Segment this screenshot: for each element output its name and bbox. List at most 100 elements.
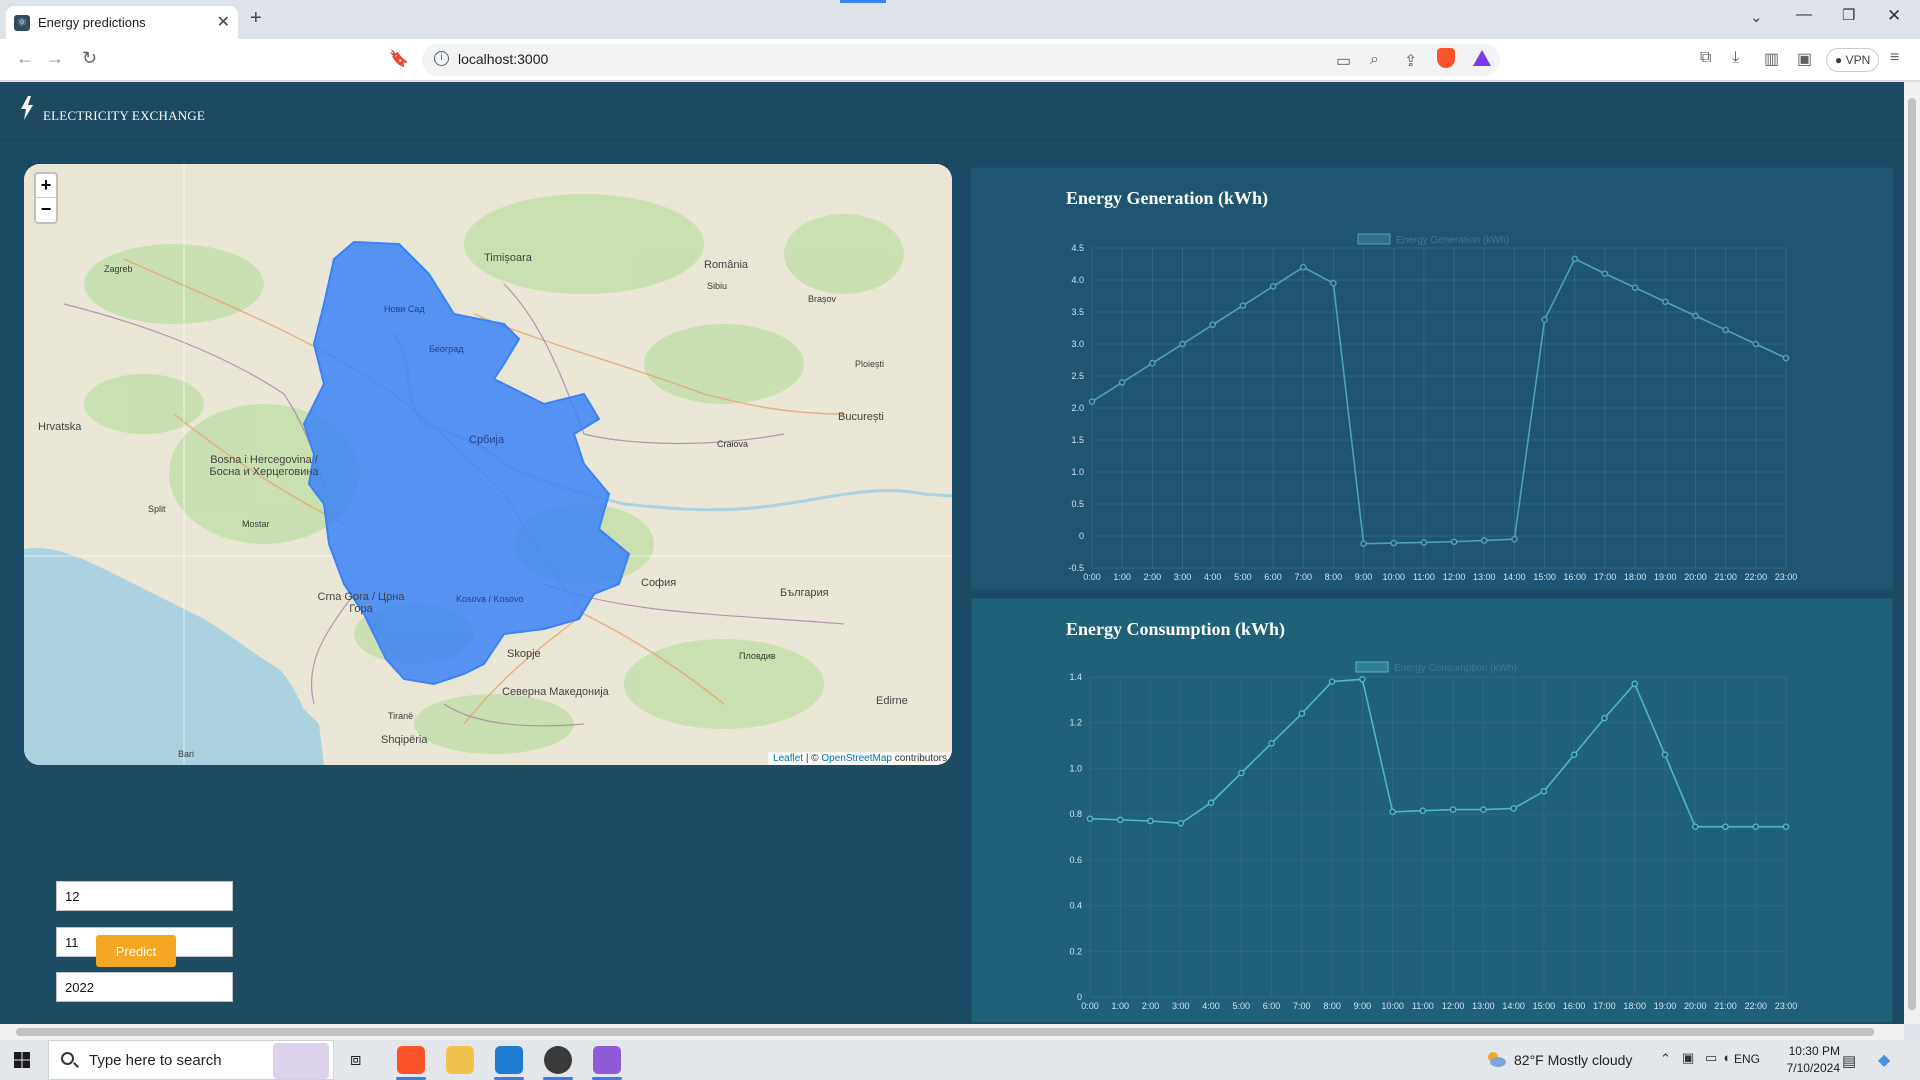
- taskbar-search-placeholder[interactable]: Type here to search: [89, 1052, 222, 1069]
- x-tick-label: 4:00: [1202, 1001, 1220, 1011]
- obs-icon[interactable]: [544, 1046, 572, 1074]
- tray-app-icon[interactable]: ▣: [1682, 1050, 1694, 1066]
- file-explorer-icon[interactable]: [446, 1046, 474, 1074]
- series-line: [1091, 257, 1787, 545]
- map-label-ploiesti: Ploiești: [855, 359, 885, 369]
- x-tick-label: 18:00: [1624, 572, 1647, 582]
- share-icon[interactable]: ⇪: [1404, 51, 1417, 71]
- x-tick-label: 6:00: [1263, 1001, 1281, 1011]
- x-tick-label: 12:00: [1442, 1001, 1465, 1011]
- window-minimize-icon[interactable]: —: [1796, 6, 1812, 24]
- language-indicator[interactable]: ENG: [1734, 1052, 1760, 1066]
- legend-label: Energy Generation (kWh): [1396, 235, 1509, 246]
- window-close-icon[interactable]: ✕: [1887, 6, 1901, 26]
- vertical-scrollbar[interactable]: [1904, 82, 1920, 1024]
- zoom-out-button[interactable]: −: [36, 198, 56, 222]
- year-input[interactable]: [56, 972, 233, 1002]
- predict-button[interactable]: Predict: [96, 935, 176, 967]
- notifications-icon[interactable]: ▤: [1842, 1052, 1856, 1070]
- browser-tab[interactable]: ⚛ Energy predictions ✕: [6, 6, 238, 39]
- url-text[interactable]: localhost:3000: [458, 51, 548, 67]
- day-input[interactable]: [56, 881, 233, 911]
- cast-icon[interactable]: ▭: [1336, 51, 1351, 71]
- brave-rewards-icon[interactable]: [1473, 50, 1491, 66]
- x-tick-label: 22:00: [1745, 572, 1768, 582]
- vscode-icon[interactable]: [495, 1046, 523, 1074]
- data-point: [1511, 535, 1518, 543]
- horizontal-scroll-thumb[interactable]: [16, 1028, 1874, 1036]
- map-label-tirane: Tiranë: [388, 711, 414, 721]
- map-label-sofia: София: [641, 577, 677, 589]
- clock-time[interactable]: 10:30 PM: [1770, 1044, 1840, 1058]
- map-label-sibiu: Sibiu: [707, 281, 728, 291]
- data-point: [1480, 806, 1487, 813]
- network-icon[interactable]: ▭: [1705, 1050, 1717, 1066]
- tray-chevron-icon[interactable]: ⌃: [1660, 1051, 1671, 1067]
- y-tick-label: 0.6: [1069, 855, 1082, 865]
- reload-icon[interactable]: ↻: [82, 48, 97, 69]
- y-tick-label: 2.5: [1071, 371, 1084, 381]
- leaflet-link[interactable]: Leaflet: [773, 753, 803, 764]
- window-restore-icon[interactable]: ❐: [1842, 6, 1855, 24]
- weather-text[interactable]: 82°F Mostly cloudy: [1514, 1052, 1632, 1068]
- new-tab-icon[interactable]: +: [250, 7, 262, 30]
- data-point: [1420, 539, 1428, 546]
- data-point: [1752, 340, 1760, 348]
- data-point: [1360, 540, 1367, 547]
- wallet-icon[interactable]: ▣: [1797, 49, 1812, 69]
- legend-swatch: [1357, 233, 1391, 245]
- taskbar-search-box[interactable]: Type here to search: [48, 1040, 334, 1080]
- data-point: [1752, 823, 1760, 831]
- y-tick-label: 1.4: [1069, 672, 1082, 682]
- map-label-crna-gora: Crna Gora / Црна Гора: [317, 591, 405, 615]
- tab-close-icon[interactable]: ✕: [217, 12, 230, 32]
- zoom-icon[interactable]: ⌕: [1370, 51, 1379, 69]
- x-tick-label: 13:00: [1472, 1001, 1495, 1011]
- forward-icon[interactable]: →: [46, 48, 64, 69]
- vpn-button[interactable]: ● VPN: [1826, 48, 1880, 72]
- extensions-icon[interactable]: ⧉: [1700, 49, 1711, 67]
- energy-generation-chart[interactable]: Energy Generation (kWh) -0.5 0 0.5 1.0 1.5 2.0…: [972, 168, 1892, 590]
- sidebar-icon[interactable]: ▥: [1764, 49, 1779, 69]
- data-point: [1571, 255, 1579, 263]
- x-tick-label: 10:00: [1381, 1001, 1404, 1011]
- menu-icon[interactable]: ≡: [1890, 49, 1899, 67]
- data-point: [1149, 359, 1156, 367]
- vertical-scroll-thumb[interactable]: [1908, 98, 1916, 1010]
- data-point: [1782, 823, 1790, 831]
- address-bar[interactable]: i localhost:3000 ▭ ⌕ ⇪: [422, 44, 1500, 76]
- x-tick-label: 14:00: [1502, 1001, 1525, 1011]
- data-point: [1389, 808, 1396, 816]
- copilot-icon[interactable]: ◆: [1878, 1050, 1890, 1070]
- tab-search-chevron-icon[interactable]: ⌄: [1750, 8, 1763, 26]
- site-info-icon[interactable]: i: [434, 51, 449, 66]
- data-point: [1540, 787, 1548, 795]
- windows-start-icon[interactable]: [14, 1052, 30, 1068]
- x-tick-label: 7:00: [1293, 1001, 1311, 1011]
- data-point: [1177, 819, 1185, 827]
- volume-icon[interactable]: ◖: [1722, 1050, 1730, 1065]
- map-label-beograd: Београд: [429, 344, 464, 354]
- x-tick-label: 5:00: [1234, 572, 1252, 582]
- download-icon[interactable]: ⤓: [1732, 49, 1739, 67]
- x-tick-label: 23:00: [1775, 1001, 1798, 1011]
- clock-date[interactable]: 7/10/2024: [1770, 1061, 1840, 1075]
- openstreetmap-link[interactable]: OpenStreetMap: [821, 753, 892, 764]
- visual-studio-icon[interactable]: [593, 1046, 621, 1074]
- brave-taskbar-icon[interactable]: [397, 1046, 425, 1074]
- map-label-romania: România: [704, 259, 749, 271]
- zoom-in-button[interactable]: +: [36, 174, 56, 198]
- map[interactable]: Zagreb Hrvatska Bosna i Hercegovina / Бо…: [24, 164, 952, 765]
- energy-consumption-chart[interactable]: Energy Consumption (kWh)00.20.40.60.81.0…: [972, 599, 1892, 1022]
- weather-cloudy-icon[interactable]: [1485, 1050, 1507, 1068]
- x-tick-label: 20:00: [1684, 1001, 1707, 1011]
- x-tick-label: 20:00: [1684, 572, 1707, 582]
- y-tick-label: 3.5: [1071, 307, 1084, 317]
- data-point: [1328, 678, 1336, 685]
- brave-shields-icon[interactable]: [1437, 48, 1455, 68]
- data-point: [1631, 284, 1639, 291]
- bookmark-icon[interactable]: 🔖: [389, 49, 409, 69]
- back-icon[interactable]: ←: [16, 48, 34, 69]
- task-view-icon[interactable]: ⧈: [350, 1049, 361, 1070]
- horizontal-scrollbar[interactable]: [0, 1024, 1904, 1040]
